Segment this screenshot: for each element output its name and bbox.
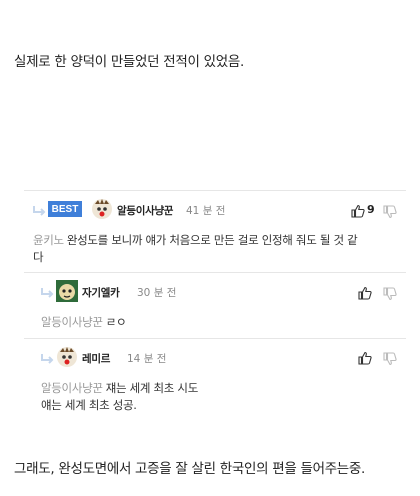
- comment-text-line: 얘는 세계 최초 성공.: [41, 398, 137, 412]
- thumbs-up-icon[interactable]: [351, 203, 365, 218]
- comment-time: 14 분 전: [127, 353, 167, 365]
- post-outro-text: 그래도, 완성도면에서 고증을 잘 살린 한국인의 편을 들어주는중.: [14, 461, 366, 477]
- reply-arrow-icon: [32, 205, 46, 217]
- post-intro-text: 실제로 한 양덕이 만들었던 전적이 있었음.: [14, 54, 244, 70]
- comment-mention[interactable]: 윤키노: [33, 233, 64, 247]
- comment-nickname[interactable]: 알등이사냥꾼: [117, 203, 173, 218]
- best-badge: BEST: [48, 201, 82, 217]
- thumbs-down-icon[interactable]: [383, 351, 397, 366]
- comment-body: 알등이사냥꾼 ㄹㅇ: [41, 314, 127, 331]
- comment-text-line: ㄹㅇ: [105, 315, 127, 329]
- avatar[interactable]: [91, 198, 113, 220]
- thumbs-down-icon[interactable]: [383, 204, 397, 219]
- thumbs-down-icon[interactable]: [383, 286, 397, 301]
- thumbs-up-icon[interactable]: [358, 285, 372, 300]
- comment-text-line: 완성도를 보니까 얘가 처음으로 만든 걸로 인정해 줘도 될 것 같: [66, 233, 358, 247]
- comment-body: 윤키노 완성도를 보니까 얘가 처음으로 만든 걸로 인정해 줘도 될 것 같 다: [33, 232, 358, 266]
- comment-divider: [24, 338, 406, 339]
- avatar[interactable]: [56, 346, 78, 368]
- comment-mention[interactable]: 알등이사냥꾼: [41, 315, 103, 329]
- comment-nickname[interactable]: 자기엘카: [82, 285, 120, 300]
- reply-arrow-icon: [40, 353, 54, 365]
- comment-text-line: 다: [33, 250, 44, 264]
- comment-divider: [24, 190, 406, 191]
- comment-text-line: 쟤는 세계 최초 시도: [105, 381, 199, 395]
- thumbs-up-icon[interactable]: [358, 350, 372, 365]
- avatar[interactable]: [56, 280, 78, 302]
- upvote-count: 9: [367, 203, 375, 216]
- comment-time: 30 분 전: [137, 287, 177, 299]
- reply-arrow-icon: [40, 287, 54, 299]
- comment-body: 알등이사냥꾼 쟤는 세계 최초 시도 얘는 세계 최초 성공.: [41, 380, 198, 414]
- comment-nickname[interactable]: 레미르: [82, 351, 110, 366]
- comment-mention[interactable]: 알등이사냥꾼: [41, 381, 103, 395]
- comment-time: 41 분 전: [186, 205, 226, 217]
- comment-divider: [24, 272, 406, 273]
